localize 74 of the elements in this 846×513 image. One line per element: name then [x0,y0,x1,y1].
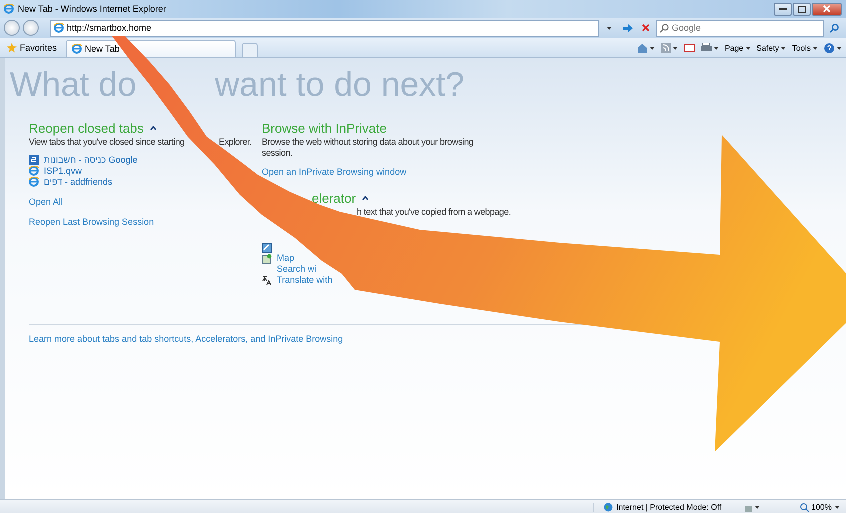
translate-icon [262,276,272,286]
mail-icon [684,44,695,52]
minimize-icon [779,8,787,10]
chevron-icon[interactable] [150,126,157,131]
description-text: Explorer. [219,137,252,147]
feeds-button[interactable] [660,43,678,53]
help-icon [824,42,835,54]
stop-icon [642,24,650,32]
caret-icon [746,46,751,50]
accelerator-link[interactable]: Map [277,253,295,264]
maximize-icon [798,6,806,12]
caret-icon [837,46,842,50]
caret-icon [813,46,818,50]
heading-text: What do [10,66,138,106]
section-title: Browse with InPrivate [262,121,387,136]
search-box[interactable]: Google [656,20,824,36]
address-field[interactable]: http://smartbox.home [50,20,599,36]
close-icon [823,5,831,13]
minimize-button[interactable] [774,2,792,16]
help-button[interactable] [824,42,842,54]
learn-more-link[interactable]: Learn more about tabs and tab shortcuts, Accelerators, and InPrivate Browsing [29,334,344,345]
description-text: Browse the web without storing data about your browsing session. [262,137,475,159]
closed-tab-link[interactable]: כניסה - חשבונות Google [29,154,138,165]
section-title: Reopen closed tabs [29,121,144,136]
magnifier-icon [800,503,809,512]
home-icon [636,43,648,53]
print-button[interactable] [700,43,719,53]
closed-tab-link[interactable]: דפים - addfriends [29,176,113,187]
back-button[interactable] [4,20,20,36]
ie-icon [29,176,39,186]
closed-tab-link[interactable]: ISP1.qvw [29,165,82,176]
arrow-icon [622,24,632,32]
description-text: h text that you've copied from a webpage. [357,207,512,218]
description-text: View tabs that you've closed since starting [29,137,186,148]
ie-icon [4,4,14,14]
ie-icon [72,44,82,54]
caret-icon [714,46,719,50]
close-button[interactable] [812,2,842,16]
accelerator-link[interactable]: Search wi [277,264,317,275]
map-icon [262,254,272,264]
caret-icon [781,46,786,50]
chevron-icon[interactable] [362,196,370,201]
star-icon [7,43,17,53]
zoom-button[interactable]: 100% [800,503,840,512]
menu-button[interactable]: Tools [792,44,818,52]
accelerator-link[interactable]: Translate with [277,275,333,286]
feed-icon [660,43,671,53]
printer-icon [700,43,712,53]
mail-button[interactable] [684,44,695,52]
reopen-session-link[interactable]: Reopen Last Browsing Session [29,217,154,228]
protection-button[interactable] [744,503,760,512]
caret-icon [672,46,678,50]
browser-tab[interactable]: New Tab [66,40,236,57]
menu-button[interactable]: Safety [756,44,786,52]
home-button[interactable] [636,43,655,53]
search-icon [830,24,839,32]
open-all-link[interactable]: Open All [29,197,64,208]
blog-icon [262,242,272,252]
globe-icon [604,503,613,512]
favorites-button[interactable]: Favorites [4,40,60,56]
forward-button[interactable] [23,20,39,36]
caret-icon [835,506,840,509]
heading-text: want to do next? [215,66,465,106]
menu-button[interactable]: Page [724,44,751,52]
maximize-button[interactable] [793,2,811,16]
caret-icon [650,46,655,50]
security-zone: Internet | Protected Mode: Off [616,503,722,512]
caret-icon [607,26,612,30]
inprivate-link[interactable]: Open an InPrivate Browsing window [262,167,407,178]
section-title: elerator [312,191,356,206]
window-title: New Tab - Windows Internet Explorer [18,4,166,14]
search-icon [660,24,669,32]
caret-icon [754,506,760,509]
ie-icon [29,166,39,176]
